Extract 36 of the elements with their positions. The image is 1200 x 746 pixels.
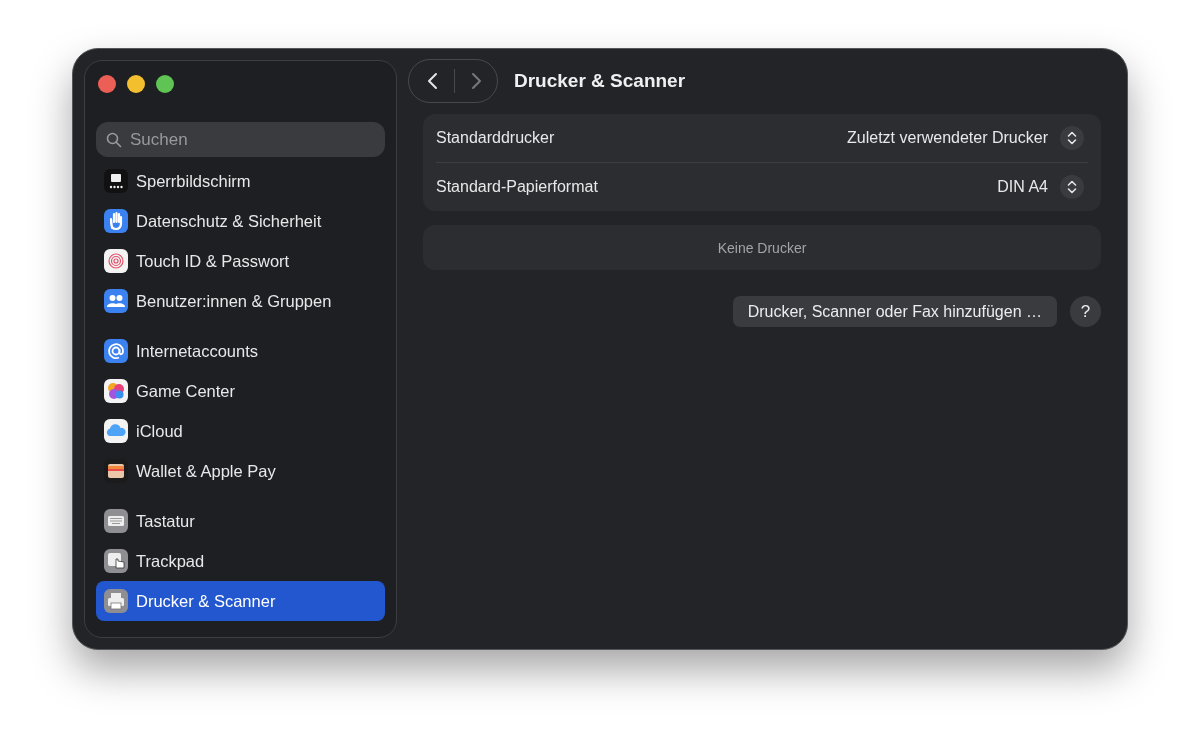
popup-value[interactable]: DIN A4	[997, 178, 1048, 196]
users-icon	[103, 288, 129, 314]
printer-icon	[103, 588, 129, 614]
sidebar-item[interactable]: Datenschutz & Sicherheit	[96, 201, 385, 241]
sidebar-item[interactable]: Touch ID & Passwort	[96, 241, 385, 281]
minimize-button[interactable]	[127, 75, 145, 93]
add-printer-button[interactable]: Drucker, Scanner oder Fax hinzufügen …	[732, 296, 1057, 327]
sidebar-item[interactable]: Benutzer:innen & Gruppen	[96, 281, 385, 321]
stepper-icon[interactable]	[1060, 175, 1084, 199]
sidebar-item[interactable]: Game Center	[96, 371, 385, 411]
setting-label: Standarddrucker	[436, 129, 556, 147]
sidebar-item[interactable]: Internetaccounts	[96, 331, 385, 371]
zoom-button[interactable]	[156, 75, 174, 93]
sidebar-item[interactable]: Drucker & Scanner	[96, 581, 385, 621]
stepper-icon[interactable]	[1060, 126, 1084, 150]
search-field[interactable]: Suchen	[96, 122, 385, 157]
popup-value[interactable]: Zuletzt verwendeter Drucker	[847, 129, 1048, 147]
keyboard-icon	[103, 508, 129, 534]
forward-icon[interactable]	[469, 72, 483, 90]
close-button[interactable]	[98, 75, 116, 93]
help-button[interactable]: ?	[1070, 296, 1101, 327]
sidebar-item[interactable]: Tastatur	[96, 501, 385, 541]
sidebar-item[interactable]: Trackpad	[96, 541, 385, 581]
sidebar-item[interactable]: Wallet & Apple Pay	[96, 451, 385, 491]
at-icon	[103, 338, 129, 364]
sidebar-item[interactable]: Sperrbildschirm	[96, 161, 385, 201]
cloud-icon	[103, 418, 129, 444]
hand-icon	[103, 208, 129, 234]
window-title: Drucker & Scanner	[514, 70, 686, 92]
sidebar-item[interactable]: iCloud	[96, 411, 385, 451]
wallet-icon	[103, 458, 129, 484]
trackpad-icon	[103, 548, 129, 574]
setting-label: Standard-Papierformat	[436, 178, 599, 196]
back-icon[interactable]	[426, 72, 440, 90]
empty-message: Keine Drucker	[717, 239, 807, 256]
fingerprint-icon	[103, 248, 129, 274]
